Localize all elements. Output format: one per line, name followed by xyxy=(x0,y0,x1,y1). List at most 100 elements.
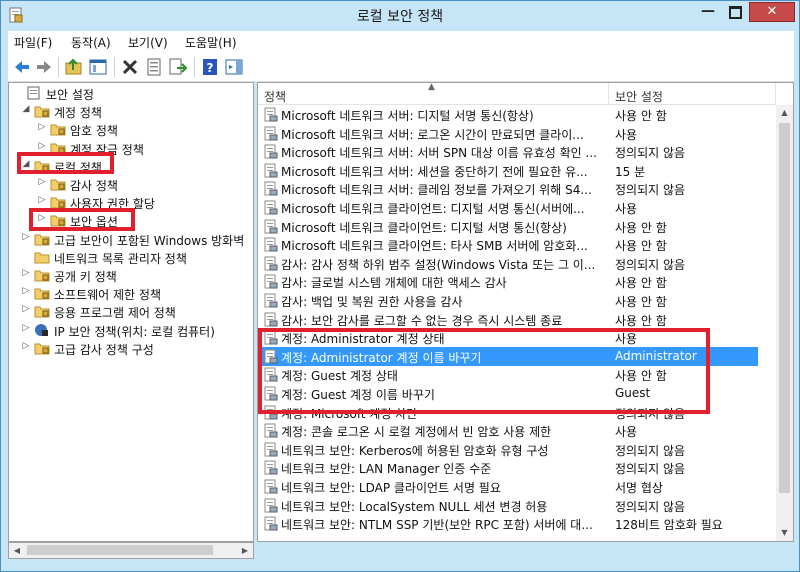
scroll-up-icon[interactable]: ▲ xyxy=(776,105,793,121)
folder-icon xyxy=(34,106,50,118)
table-row[interactable]: Microsoft 네트워크 서버: 클레임 정보를 가져오기 위해 S4...… xyxy=(258,179,758,198)
table-row[interactable]: 네트워크 보안: LocalSystem NULL 세션 변경 허용 정의되지 않… xyxy=(258,496,758,515)
table-row[interactable]: Microsoft 네트워크 서버: 서버 SPN 대상 이름 유효성 확인 .… xyxy=(258,142,758,161)
tree-node-label: 감사 정책 xyxy=(70,179,118,193)
toolbar: ? xyxy=(8,53,794,82)
expand-toggle-icon[interactable]: ▷ xyxy=(37,195,47,205)
tree-node-label: IP 보안 정책(위치: 로컬 컴퓨터) xyxy=(54,324,215,339)
security-setting-value: 사용 안 함 xyxy=(615,276,667,291)
security-setting-value: 정의되지 않음 xyxy=(615,462,686,477)
table-row[interactable]: Microsoft 네트워크 클라이언트: 디지털 서명 통신(서버에... 사용 xyxy=(258,198,758,217)
title-bar[interactable]: 로컬 보안 정책 — ✕ xyxy=(1,1,799,31)
table-row[interactable]: 네트워크 보안: LAN Manager 인증 수준 정의되지 않음 xyxy=(258,458,758,477)
security-setting-value: 사용 안 함 xyxy=(615,369,667,384)
menu-action[interactable]: 동작(A) xyxy=(71,34,111,51)
delete-icon[interactable] xyxy=(120,57,140,77)
help-icon[interactable]: ? xyxy=(200,57,220,77)
scroll-left-icon[interactable]: ◀ xyxy=(9,543,25,558)
security-setting-value: 정의되지 않음 xyxy=(615,499,686,514)
show-hide-tree-icon[interactable] xyxy=(88,57,108,77)
security-setting-value: 서명 협상 xyxy=(615,481,663,495)
expand-toggle-icon[interactable]: ▷ xyxy=(37,213,47,223)
policy-setting-icon xyxy=(264,516,278,531)
scroll-thumb[interactable] xyxy=(27,545,213,555)
table-row[interactable]: 계정: Guest 계정 상태 사용 안 함 xyxy=(258,365,758,384)
security-setting-value: 정의되지 않음 xyxy=(615,443,686,458)
table-row[interactable]: 감사: 보안 감사를 로그할 수 없는 경우 즉시 시스템 종료 사용 안 함 xyxy=(258,310,758,329)
table-row[interactable]: Microsoft 네트워크 클라이언트: 디지털 서명 통신(항상) 사용 안 … xyxy=(258,217,758,236)
table-row[interactable]: 계정: 콘솔 로그온 시 로컬 계정에서 빈 암호 사용 제한 사용 xyxy=(258,421,758,440)
policy-setting-icon xyxy=(264,237,278,252)
policy-name: Microsoft 네트워크 서버: 세션을 중단하기 전에 필요한 유... xyxy=(281,164,588,179)
close-button[interactable]: ✕ xyxy=(749,2,795,22)
expand-toggle-icon[interactable]: ▷ xyxy=(37,122,47,132)
up-folder-icon[interactable] xyxy=(64,57,84,77)
table-row[interactable]: Microsoft 네트워크 클라이언트: 타사 SMB 서버에 암호화... 사… xyxy=(258,235,758,254)
policy-setting-icon xyxy=(264,312,278,327)
expand-toggle-icon[interactable]: ▷ xyxy=(21,304,31,314)
policy-name: Microsoft 네트워크 서버: 로그온 시간이 만료되면 클라이... xyxy=(281,127,584,142)
table-row[interactable]: 네트워크 보안: NTLM SSP 기반(보안 RPC 포함) 서버에 대...… xyxy=(258,514,758,533)
table-row[interactable]: 네트워크 보안: LDAP 클라이언트 서명 필요 서명 협상 xyxy=(258,477,758,496)
security-setting-value: 정의되지 않음 xyxy=(615,146,686,161)
expand-toggle-icon[interactable]: ▷ xyxy=(21,286,31,296)
table-row[interactable]: 감사: 글로벌 시스템 개체에 대한 액세스 감사 사용 안 함 xyxy=(258,272,758,291)
security-setting-value: 사용 안 함 xyxy=(615,239,667,254)
security-setting-value: 사용 안 함 xyxy=(615,295,667,309)
maximize-button[interactable] xyxy=(722,2,748,22)
properties-icon[interactable] xyxy=(144,57,164,77)
tree-horizontal-scrollbar[interactable]: ◀ ▶ xyxy=(8,542,254,559)
table-row[interactable]: Microsoft 네트워크 서버: 디지털 서명 통신(항상) 사용 안 함 xyxy=(258,105,758,124)
table-row[interactable]: 네트워크 보안: Kerberos에 허용된 암호화 유형 구성 정의되지 않음 xyxy=(258,440,758,459)
table-row[interactable]: 감사: 감사 정책 하위 범주 설정(Windows Vista 또는 그 이.… xyxy=(258,254,758,273)
policy-setting-icon xyxy=(264,144,278,159)
expand-toggle-icon[interactable]: ▷ xyxy=(21,268,31,278)
folder-icon xyxy=(50,124,66,136)
forward-icon[interactable] xyxy=(34,57,54,77)
security-setting-value: 사용 xyxy=(615,127,638,142)
expand-toggle-icon[interactable]: ▷ xyxy=(21,232,31,242)
expand-toggle-icon[interactable]: ▷ xyxy=(21,323,31,333)
folder-icon xyxy=(34,288,50,300)
scroll-down-icon[interactable]: ▼ xyxy=(776,525,793,541)
policy-setting-icon xyxy=(264,405,278,420)
toolbar-separator xyxy=(194,57,195,77)
policy-name: 감사: 감사 정책 하위 범주 설정(Windows Vista 또는 그 이.… xyxy=(281,257,596,272)
table-row[interactable]: 계정: Administrator 계정 이름 바꾸기 Administrator xyxy=(258,346,758,366)
policy-setting-icon xyxy=(264,442,278,457)
expand-toggle-icon[interactable]: ▷ xyxy=(37,141,47,151)
menu-file[interactable]: 파일(F) xyxy=(14,34,52,51)
table-row[interactable]: 감사: 백업 및 복원 권한 사용을 감사 사용 안 함 xyxy=(258,291,758,310)
column-header-policy[interactable]: 정책 ▲ xyxy=(258,83,609,105)
policy-setting-icon xyxy=(264,349,278,364)
scroll-thumb[interactable] xyxy=(779,123,790,493)
expand-toggle-icon[interactable]: ◢ xyxy=(21,104,31,114)
folder-icon xyxy=(50,215,66,227)
table-row[interactable]: 계정: Guest 계정 이름 바꾸기 Guest xyxy=(258,384,758,403)
expand-toggle-icon[interactable]: ▷ xyxy=(37,177,47,187)
column-header-security-setting[interactable]: 보안 설정 xyxy=(609,83,776,105)
table-row[interactable]: 계정: Administrator 계정 상태 사용 xyxy=(258,328,758,347)
policy-setting-icon xyxy=(264,367,278,382)
export-list-icon[interactable] xyxy=(168,57,188,77)
expand-toggle-icon[interactable]: ▷ xyxy=(21,341,31,351)
expand-toggle-icon[interactable]: ◢ xyxy=(21,159,31,169)
column-header-security-setting-label: 보안 설정 xyxy=(615,90,663,104)
policy-name: 감사: 글로벌 시스템 개체에 대한 액세스 감사 xyxy=(281,276,507,291)
table-row[interactable]: 계정: Microsoft 계정 차단 정의되지 않음 xyxy=(258,403,758,422)
ip-security-icon xyxy=(35,323,48,336)
table-row[interactable]: Microsoft 네트워크 서버: 세션을 중단하기 전에 필요한 유... 1… xyxy=(258,161,758,180)
back-icon[interactable] xyxy=(12,57,32,77)
tree-node-label: 계정 정책 xyxy=(54,106,102,121)
tree-node-label: 네트워크 목록 관리자 정책 xyxy=(54,251,187,266)
menu-view[interactable]: 보기(V) xyxy=(128,34,168,51)
security-setting-value: Administrator xyxy=(615,348,697,363)
menu-help[interactable]: 도움말(H) xyxy=(185,34,237,51)
folder-icon xyxy=(50,143,66,155)
list-vertical-scrollbar[interactable]: ▲ ▼ xyxy=(776,105,793,541)
table-row[interactable]: Microsoft 네트워크 서버: 로그온 시간이 만료되면 클라이... 사용 xyxy=(258,124,758,143)
scroll-right-icon[interactable]: ▶ xyxy=(237,543,253,558)
toolbar-separator xyxy=(114,57,115,77)
show-hide-action-pane-icon[interactable] xyxy=(224,57,244,77)
minimize-button[interactable]: — xyxy=(695,2,721,22)
